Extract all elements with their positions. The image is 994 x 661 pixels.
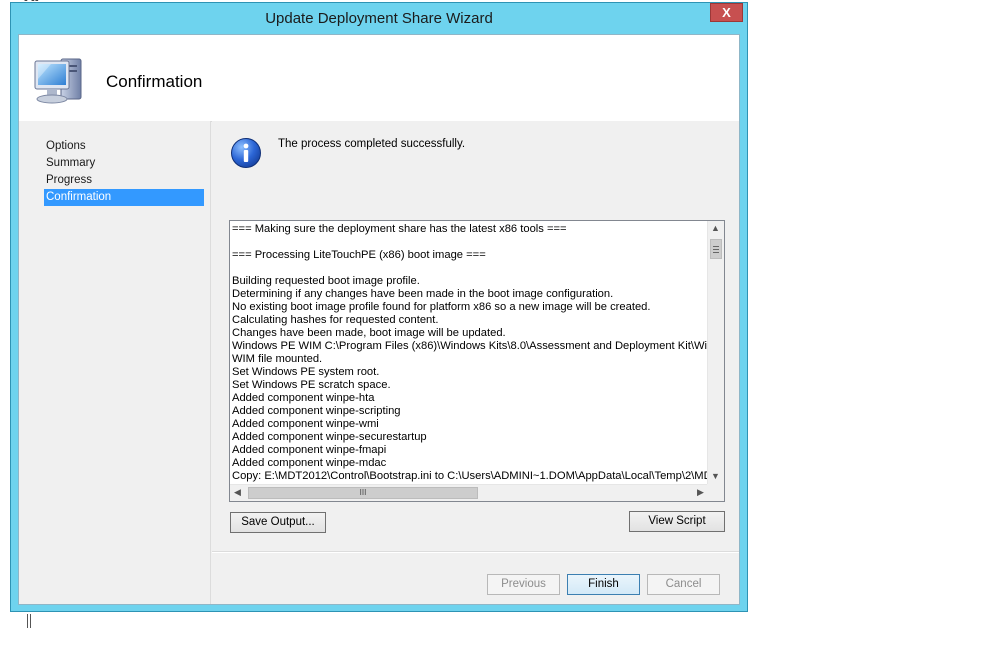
view-script-button[interactable]: View Script [629, 511, 725, 532]
scroll-right-icon[interactable]: ▶ [693, 485, 708, 500]
computer-icon [34, 58, 82, 104]
close-button[interactable]: X [710, 3, 743, 22]
previous-button[interactable]: Previous [487, 574, 560, 595]
save-output-button[interactable]: Save Output... [230, 512, 326, 533]
finish-button[interactable]: Finish [567, 574, 640, 595]
vertical-scroll-thumb[interactable] [710, 239, 722, 259]
log-line: === Processing LiteTouchPE (x86) boot im… [232, 249, 486, 261]
background-divider [27, 614, 31, 628]
vertical-scrollbar[interactable]: ▲ ▼ [707, 221, 724, 484]
log-line: Set Windows PE system root. [232, 366, 380, 378]
page-title: Confirmation [106, 72, 203, 91]
log-line: === Making sure the deployment share has… [232, 223, 567, 235]
window-title: Update Deployment Share Wizard [265, 10, 493, 27]
nav-item-confirmation[interactable]: Confirmation [44, 189, 204, 206]
log-line: Set Windows PE scratch space. [232, 379, 391, 391]
horizontal-scrollbar[interactable]: ◀ III ▶ [230, 484, 708, 501]
scroll-left-icon[interactable]: ◀ [230, 485, 245, 500]
info-icon [231, 138, 261, 168]
log-line: Added component winpe-wmi [232, 418, 379, 430]
scrollbar-corner [707, 484, 724, 501]
log-lines: === Making sure the deployment share has… [232, 223, 707, 483]
log-line: Determining if any changes have been mad… [232, 288, 614, 300]
log-line: Building requested boot image profile. [232, 275, 420, 287]
log-line: Copy: E:\MDT2012\Control\Bootstrap.ini t… [232, 470, 707, 482]
nav-item-summary[interactable]: Summary [44, 155, 204, 172]
nav-item-progress[interactable]: Progress [44, 172, 204, 189]
log-line: Changes have been made, boot image will … [232, 327, 506, 339]
log-line: WIM file mounted. [232, 353, 323, 365]
log-line: Added component winpe-mdac [232, 457, 387, 469]
header-band: Confirmation [19, 35, 739, 122]
status-message: The process completed successfully. [278, 138, 466, 150]
content-pane: The process completed successfully. === … [212, 121, 739, 604]
wizard-client: Confirmation Options Summary Progress Co… [18, 34, 740, 605]
output-log[interactable]: === Making sure the deployment share has… [229, 220, 725, 502]
nav-item-options[interactable]: Options [44, 138, 204, 155]
log-line: Added component winpe-securestartup [232, 431, 427, 443]
scroll-down-icon[interactable]: ▼ [708, 469, 723, 484]
wizard-window: Update Deployment Share Wizard X Confirm… [10, 2, 748, 612]
cancel-button[interactable]: Cancel [647, 574, 720, 595]
footer-divider-highlight [212, 552, 739, 553]
log-line: Added component winpe-hta [232, 392, 375, 404]
log-line: Calculating hashes for requested content… [232, 314, 439, 326]
title-bar[interactable]: Update Deployment Share Wizard X [11, 3, 747, 34]
log-line: Added component winpe-scripting [232, 405, 401, 417]
scroll-up-icon[interactable]: ▲ [708, 221, 723, 236]
log-line: No existing boot image profile found for… [232, 301, 651, 313]
wizard-nav: Options Summary Progress Confirmation [19, 121, 211, 604]
horizontal-scroll-thumb[interactable]: III [248, 487, 478, 499]
log-line: Added component winpe-fmapi [232, 444, 387, 456]
log-line: Windows PE WIM C:\Program Files (x86)\Wi… [232, 340, 707, 352]
